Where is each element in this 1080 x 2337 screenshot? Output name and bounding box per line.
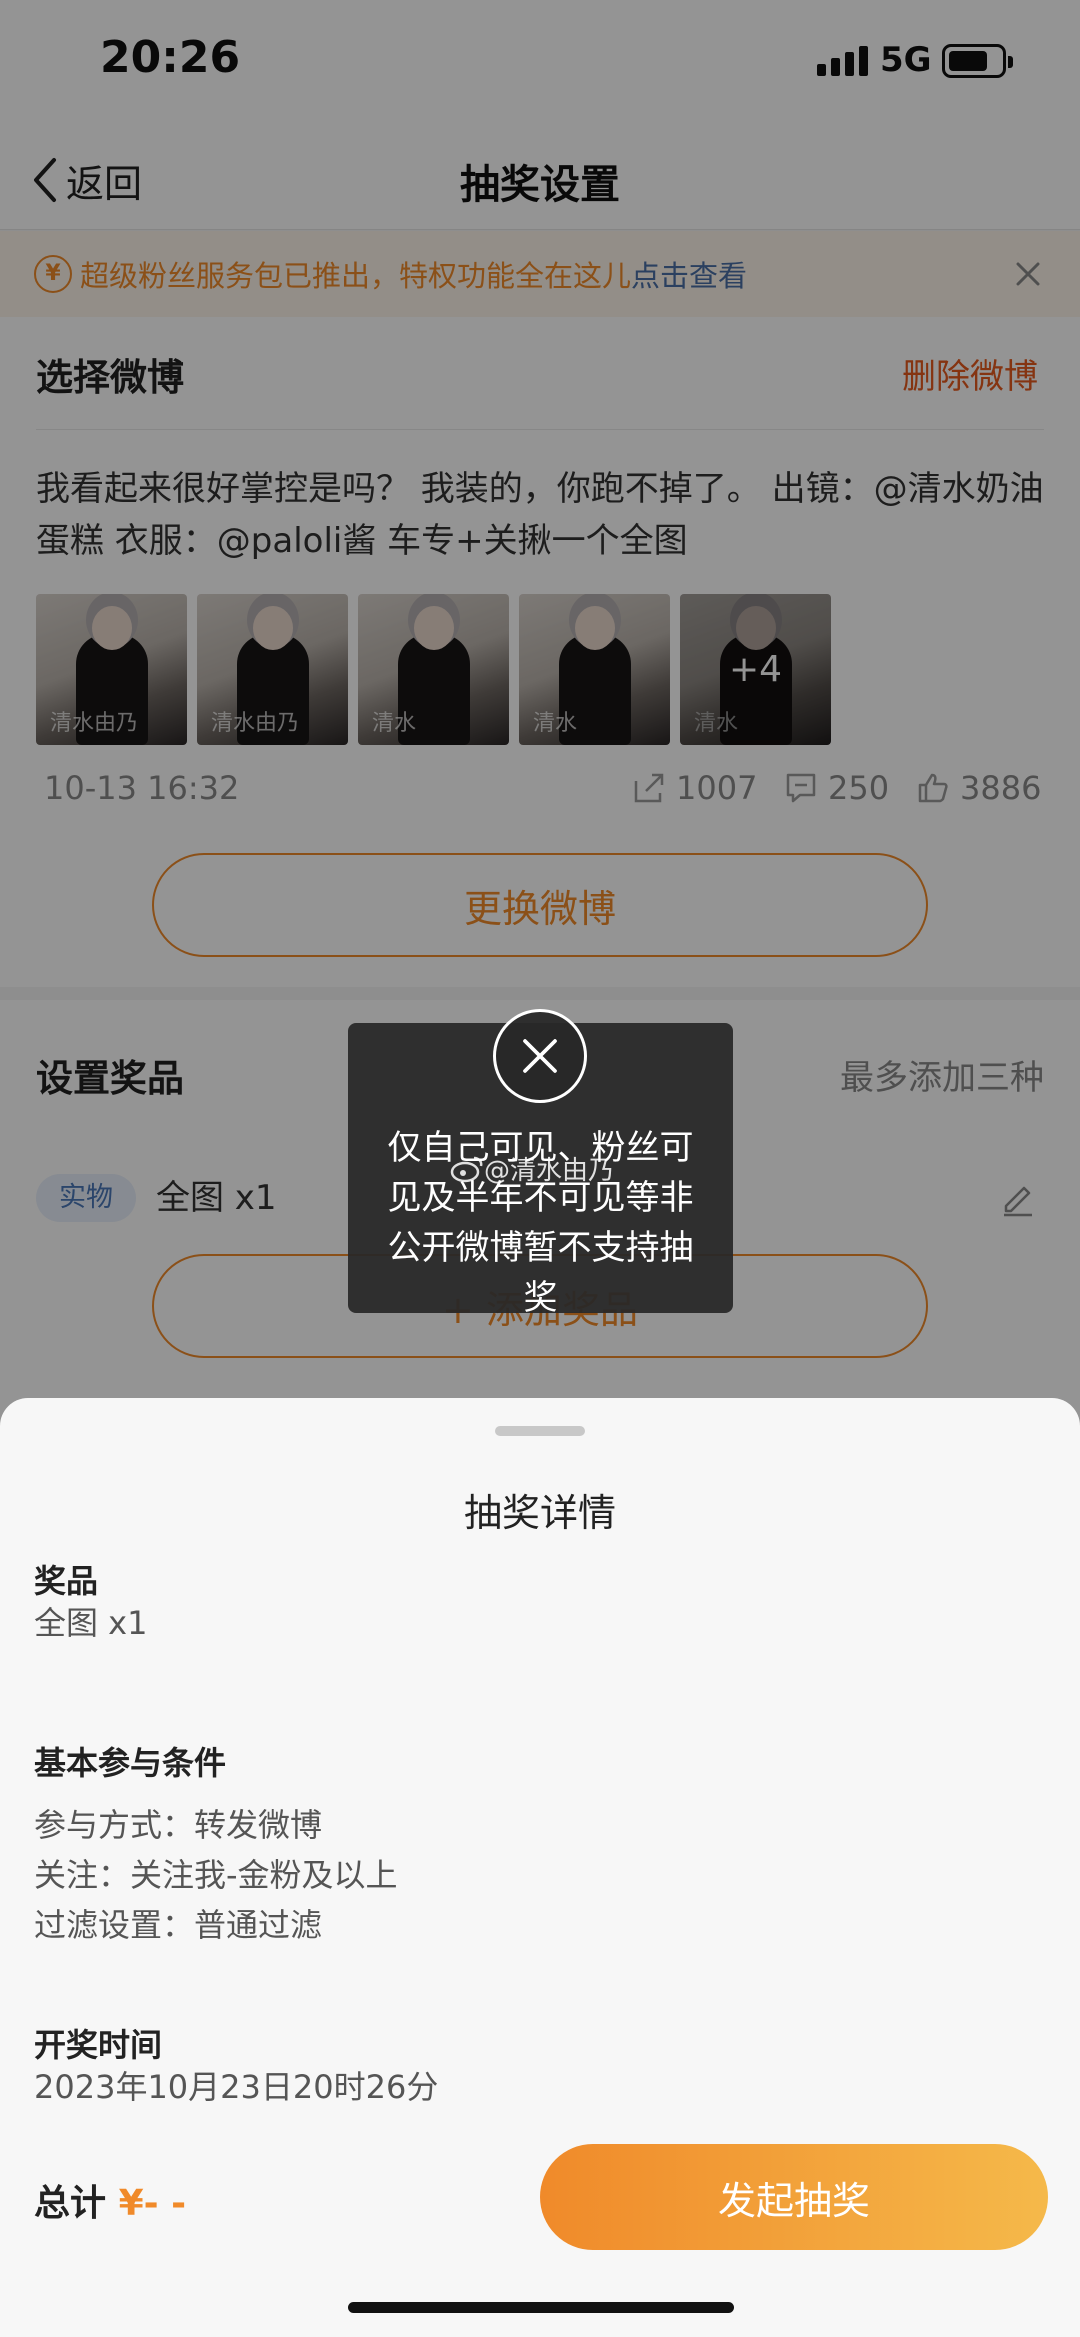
condition-line: 参与方式：转发微博 bbox=[34, 1806, 323, 1844]
prize-heading: 奖品 bbox=[34, 1562, 99, 1600]
prize-value: 全图 x1 bbox=[34, 1604, 148, 1642]
condition-line: 过滤设置：普通过滤 bbox=[34, 1906, 323, 1944]
image-watermark: @清水由乃 bbox=[450, 1150, 614, 1187]
draw-time-heading: 开奖时间 bbox=[34, 2026, 163, 2064]
start-lottery-button[interactable]: 发起抽奖 bbox=[540, 2144, 1048, 2250]
watermark-text: @清水由乃 bbox=[484, 1156, 615, 1186]
total-value: ¥- - bbox=[118, 2183, 187, 2224]
home-indicator bbox=[348, 2302, 734, 2313]
close-circle-icon bbox=[493, 1009, 587, 1103]
drag-handle[interactable] bbox=[495, 1426, 585, 1436]
weibo-logo-icon bbox=[450, 1156, 483, 1182]
lottery-details-sheet: 抽奖详情 奖品 全图 x1 基本参与条件 参与方式：转发微博 关注：关注我-金粉… bbox=[0, 1398, 1080, 2337]
conditions-heading: 基本参与条件 bbox=[34, 1744, 227, 1782]
condition-line: 关注：关注我-金粉及以上 bbox=[34, 1856, 398, 1894]
total-label: 总计 bbox=[34, 2183, 107, 2224]
sheet-title: 抽奖详情 bbox=[463, 1491, 616, 1535]
total: 总计 ¥- - bbox=[34, 2174, 186, 2226]
draw-time-value: 2023年10月23日20时26分 bbox=[34, 2068, 439, 2106]
